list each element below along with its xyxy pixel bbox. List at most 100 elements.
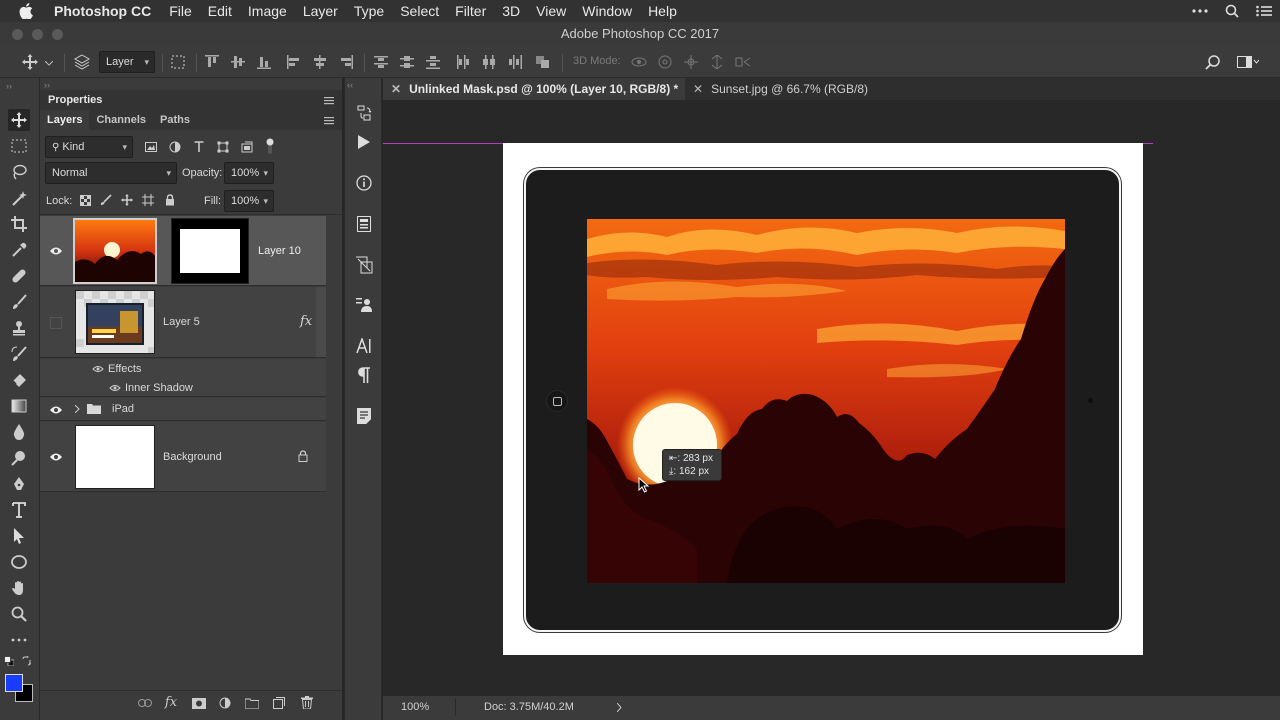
type-tool-icon[interactable] (8, 499, 30, 521)
auto-select-icon[interactable] (72, 53, 92, 71)
swap-colors-icon[interactable] (22, 656, 32, 666)
layer-group-ipad[interactable]: iPad (40, 398, 326, 421)
distribute-horizontal-centers-icon[interactable] (480, 53, 498, 71)
marquee-tool-icon[interactable] (8, 135, 30, 157)
menu-file[interactable]: File (161, 0, 200, 22)
zoom-level[interactable]: 100% (401, 701, 429, 713)
scale-3d-icon[interactable] (734, 53, 752, 71)
auto-align-layers-icon[interactable] (533, 53, 553, 71)
visibility-eye-icon[interactable] (49, 452, 63, 462)
expand-panels-icon[interactable]: ‹‹ (347, 80, 353, 90)
move-tool-preset-icon[interactable] (20, 53, 40, 71)
chevron-down-icon[interactable] (44, 58, 54, 68)
align-vertical-centers-icon[interactable] (229, 53, 247, 71)
document-tab-sunset[interactable]: ✕ Sunset.jpg @ 66.7% (RGB/8) (685, 78, 915, 100)
layer-thumbnail[interactable] (75, 290, 155, 354)
history-panel-icon[interactable] (353, 102, 375, 124)
path-selection-tool-icon[interactable] (8, 525, 30, 547)
foreground-color-swatch[interactable] (5, 674, 23, 692)
menu-filter[interactable]: Filter (447, 0, 494, 22)
adjustments-panel-icon[interactable] (353, 254, 375, 276)
delete-layer-icon[interactable] (298, 694, 316, 710)
distribute-right-icon[interactable] (506, 53, 524, 71)
ellipse-tool-icon[interactable] (8, 551, 30, 573)
distribute-top-icon[interactable] (372, 53, 390, 71)
filter-smart-objects-icon[interactable] (239, 139, 255, 155)
fill-input[interactable]: 100% ▾ (224, 190, 274, 212)
filter-type-layers-icon[interactable] (191, 139, 207, 155)
lock-image-pixels-icon[interactable] (99, 193, 113, 207)
chevron-right-icon[interactable] (617, 703, 622, 712)
lock-all-icon[interactable] (163, 193, 177, 207)
gradient-tool-icon[interactable] (8, 395, 30, 417)
layers-scrollbar[interactable] (316, 287, 326, 357)
group-name[interactable]: iPad (112, 403, 134, 415)
menu-image[interactable]: Image (240, 0, 295, 22)
layers-panel-menu-icon[interactable] (324, 117, 334, 125)
roll-3d-icon[interactable] (656, 53, 674, 71)
layer-row-layer-5[interactable]: Layer 5 fx (40, 287, 326, 358)
info-panel-icon[interactable] (353, 172, 375, 194)
properties-panel-header[interactable]: Properties (40, 90, 342, 110)
move-tool-icon[interactable] (8, 109, 30, 131)
transform-controls-icon[interactable] (168, 53, 188, 71)
visibility-eye-icon[interactable] (49, 405, 63, 415)
magic-wand-tool-icon[interactable] (8, 187, 30, 209)
notes-panel-icon[interactable] (353, 405, 375, 427)
collapse-panels-icon[interactable]: ›› (44, 80, 50, 90)
layer-name[interactable]: Background (163, 451, 222, 463)
collapse-toolbar-icon[interactable]: ›› (6, 81, 12, 91)
auto-select-target-dropdown[interactable]: Layer ▾ (99, 51, 155, 73)
minimize-window-button[interactable] (32, 29, 43, 40)
paragraph-panel-icon[interactable] (353, 364, 375, 386)
effects-visibility-eye-icon[interactable] (92, 365, 104, 373)
blend-mode-dropdown[interactable]: Normal ▾ (45, 162, 177, 184)
tab-layers[interactable]: Layers (40, 110, 90, 130)
menu-window[interactable]: Window (574, 0, 640, 22)
close-window-button[interactable] (12, 29, 23, 40)
orbit-3d-icon[interactable] (630, 53, 648, 71)
link-layers-icon[interactable] (136, 695, 154, 711)
menu-edit[interactable]: Edit (200, 0, 240, 22)
eyedropper-tool-icon[interactable] (8, 239, 30, 261)
layer-thumbnail[interactable] (73, 218, 157, 284)
menu-3d[interactable]: 3D (494, 0, 528, 22)
new-group-icon[interactable] (243, 695, 261, 711)
layer-name[interactable]: Layer 5 (163, 316, 200, 328)
apple-icon[interactable] (0, 3, 52, 19)
document-tab-unlinked-mask[interactable]: ✕ Unlinked Mask.psd @ 100% (Layer 10, RGB… (383, 78, 685, 100)
visibility-toggle[interactable] (50, 317, 62, 329)
healing-brush-tool-icon[interactable] (8, 265, 30, 287)
add-layer-style-icon[interactable]: fx (162, 693, 180, 711)
workspace-switcher-icon[interactable] (1236, 53, 1260, 71)
align-top-edges-icon[interactable] (203, 53, 221, 71)
app-menu[interactable]: Photoshop CC (52, 0, 161, 22)
zoom-tool-icon[interactable] (8, 603, 30, 625)
pen-tool-icon[interactable] (8, 473, 30, 495)
edit-toolbar-icon[interactable] (8, 629, 30, 651)
eraser-tool-icon[interactable] (8, 369, 30, 391)
layer-row-background[interactable]: Background (40, 422, 326, 492)
blur-tool-icon[interactable] (8, 421, 30, 443)
brush-tool-icon[interactable] (8, 291, 30, 313)
history-brush-tool-icon[interactable] (8, 343, 30, 365)
slide-3d-icon[interactable] (708, 53, 726, 71)
new-layer-icon[interactable] (270, 695, 288, 711)
character-styles-icon[interactable] (353, 294, 375, 316)
opacity-input[interactable]: 100% ▾ (224, 162, 274, 184)
sunset-photo-layer[interactable] (587, 219, 1065, 583)
distribute-bottom-icon[interactable] (424, 53, 442, 71)
zoom-window-button[interactable] (52, 29, 63, 40)
menu-type[interactable]: Type (346, 0, 392, 22)
layer-effects-fx-icon[interactable]: fx (300, 314, 312, 329)
add-mask-icon[interactable] (190, 695, 208, 711)
lock-position-icon[interactable] (120, 193, 134, 207)
align-horizontal-centers-icon[interactable] (311, 53, 329, 71)
filter-toggle-switch[interactable] (259, 137, 281, 155)
inner-shadow-visibility-eye-icon[interactable] (109, 384, 121, 392)
align-bottom-edges-icon[interactable] (255, 53, 273, 71)
search-icon[interactable] (1202, 53, 1222, 71)
layer-name[interactable]: Layer 10 (258, 245, 301, 257)
actions-play-icon[interactable] (353, 131, 375, 153)
menu-select[interactable]: Select (392, 0, 447, 22)
